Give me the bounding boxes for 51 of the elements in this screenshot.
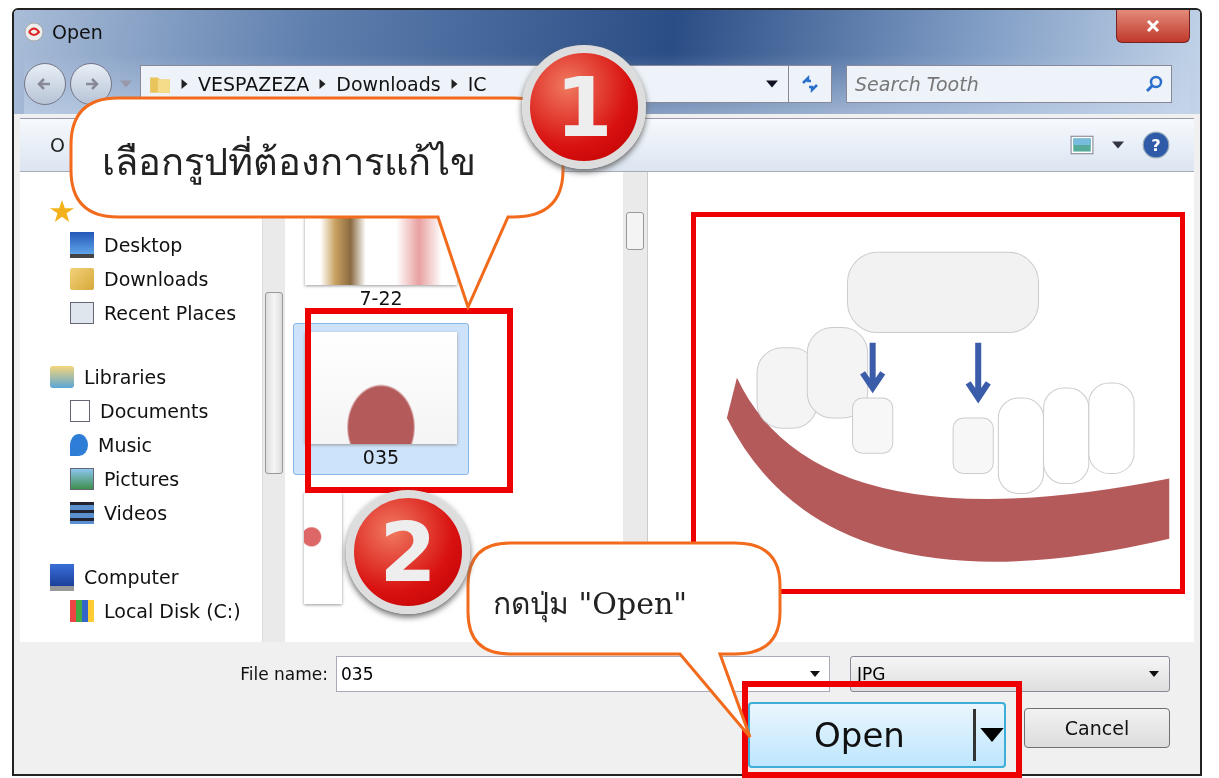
caret-icon[interactable] — [1112, 141, 1124, 149]
computer-icon — [50, 563, 74, 591]
sidebar-item[interactable]: Downloads — [104, 268, 209, 290]
chevron-icon — [319, 79, 327, 89]
close-button[interactable] — [1116, 10, 1190, 43]
sidebar-item[interactable]: Music — [98, 434, 153, 456]
document-icon — [70, 400, 90, 422]
sidebar-item[interactable]: Libraries — [84, 366, 167, 388]
app-icon — [24, 22, 44, 42]
caret-icon — [810, 671, 820, 677]
sidebar-item[interactable]: Pictures — [104, 468, 180, 490]
cancel-button[interactable]: Cancel — [1024, 708, 1170, 748]
caret-icon — [1149, 671, 1159, 677]
callout-text: เลือกรูปที่ต้องการแก้ไข — [102, 131, 476, 192]
videos-icon — [70, 502, 94, 524]
toolbar-button[interactable]: O — [50, 134, 65, 156]
caret-icon[interactable] — [766, 80, 778, 88]
callout-text: กดปุ่ม "Open" — [493, 585, 687, 625]
recent-icon — [70, 302, 94, 324]
sidebar-item[interactable]: Videos — [104, 502, 168, 524]
breadcrumb-item[interactable]: IC — [467, 73, 487, 95]
chevron-icon — [181, 79, 188, 89]
chevron-icon — [450, 79, 458, 89]
music-icon — [70, 434, 88, 456]
library-icon — [50, 366, 74, 388]
desktop-icon — [70, 232, 94, 258]
sidebar-item[interactable]: Computer — [84, 566, 179, 588]
open-button[interactable]: Open — [748, 702, 1006, 768]
sidebar-item[interactable]: Local Disk (C:) — [104, 600, 241, 622]
file-item[interactable]: 035 — [293, 323, 469, 475]
file-name-field[interactable]: 035 — [336, 656, 830, 692]
breadcrumb-item[interactable]: Downloads — [336, 73, 441, 95]
help-icon[interactable]: ? — [1142, 131, 1170, 159]
search-icon — [1144, 74, 1164, 94]
close-icon — [1146, 19, 1160, 33]
window-title: Open — [52, 21, 103, 43]
breadcrumb-item[interactable]: VESPAZEZA — [198, 73, 310, 95]
view-icon[interactable] — [1070, 135, 1094, 155]
refresh-icon — [800, 74, 820, 94]
search-field[interactable]: Search Tooth — [846, 65, 1172, 103]
file-name-label: File name: — [239, 664, 329, 684]
file-name: 7-22 — [359, 288, 403, 308]
sidebar-item[interactable]: Documents — [100, 400, 209, 422]
back-button[interactable] — [24, 63, 66, 105]
file-name: 035 — [362, 447, 400, 468]
downloads-icon — [70, 268, 94, 290]
sidebar-item[interactable]: Desktop — [104, 234, 183, 256]
forward-button[interactable] — [70, 63, 112, 105]
pictures-icon — [70, 468, 94, 490]
sidebar-item[interactable]: Recent Places — [104, 302, 237, 324]
caret-icon — [980, 728, 1004, 742]
